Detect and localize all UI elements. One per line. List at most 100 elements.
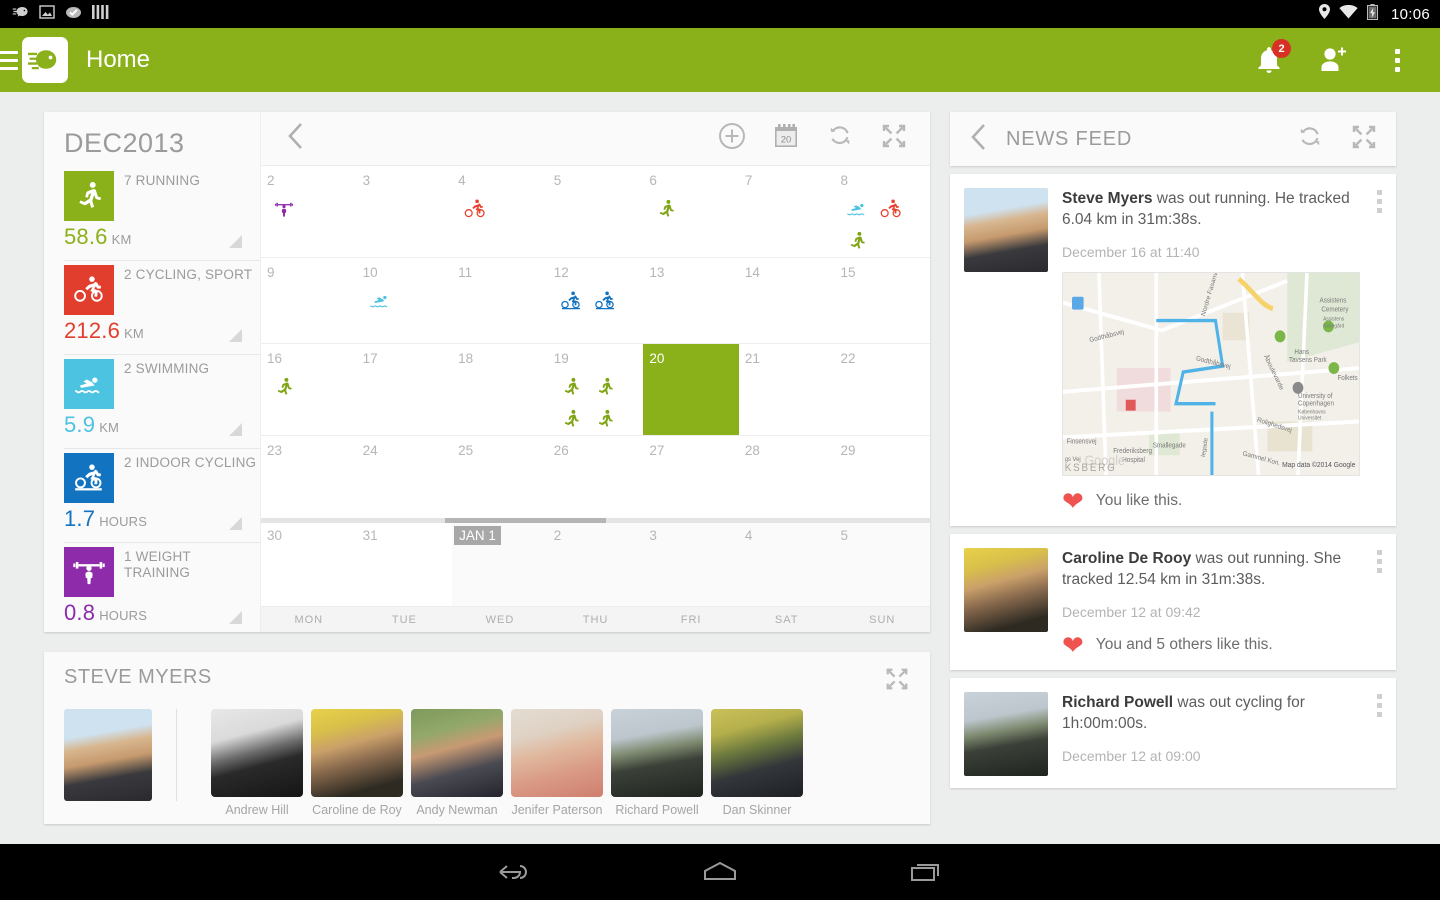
run-activity-icon[interactable] [267,371,301,403]
calendar-day-24[interactable]: 24 [357,436,453,521]
calendar-day-4[interactable]: 4 [452,166,548,257]
calendar-day-26[interactable]: 26 [548,436,644,521]
avatar[interactable] [411,709,503,797]
bike-red-activity-icon[interactable] [458,193,492,225]
weights-activity-icon[interactable] [267,193,301,225]
calendar-day-21[interactable]: 21 [739,344,835,435]
news-feed-item-likes[interactable]: ❤ You and 5 others like this. [1062,632,1360,658]
friend-item[interactable]: Richard Powell [609,709,705,817]
hamburger-menu-icon[interactable] [0,50,18,70]
calendar-day-22[interactable]: 22 [834,344,930,435]
calendar-day-14[interactable]: 14 [739,258,835,343]
calendar-today-icon[interactable]: 20 [772,122,800,155]
resize-corner-icon[interactable] [229,517,242,530]
expand-icon[interactable] [880,122,908,155]
friend-item[interactable]: Dan Skinner [709,709,805,817]
resize-corner-icon[interactable] [229,423,242,436]
add-friend-icon[interactable] [1316,40,1350,80]
calendar-day-20[interactable]: 20 [643,343,739,435]
calendar-day-30[interactable]: 30 [261,521,357,606]
news-feed-item[interactable]: Richard Powell was out cycling for 1h:00… [950,678,1396,788]
stat-swimming[interactable]: 2 SWIMMING 5.9 KM [64,359,260,446]
add-circle-icon[interactable] [718,122,746,155]
friend-item[interactable]: Caroline de Roy [309,709,405,817]
home-icon[interactable] [690,852,750,892]
bike-blue-activity-icon[interactable] [554,285,588,317]
chevron-left-icon[interactable] [275,117,315,160]
news-feed-item-author[interactable]: Richard Powell [1062,694,1173,711]
calendar-day-5[interactable]: 5 [548,166,644,257]
run-activity-icon[interactable] [588,403,622,435]
avatar[interactable] [964,692,1048,776]
stat-indoor-cycling[interactable]: 2 INDOOR CYCLING 1.7 HOURS [64,453,260,540]
stat-running[interactable]: 7 RUNNING 58.6 KM [64,171,260,258]
calendar-day-11[interactable]: 11 [452,258,548,343]
run-activity-icon[interactable] [649,193,683,225]
swim-activity-icon[interactable] [363,285,397,317]
expand-icon[interactable] [884,666,910,697]
calendar-day-10[interactable]: 10 [357,258,453,343]
calendar-day-2[interactable]: 2 [261,166,357,257]
calendar-horizontal-scrollbar[interactable] [261,518,930,524]
run-activity-icon[interactable] [588,371,622,403]
endomondo-logo-icon[interactable] [22,37,68,83]
stat-weight-training[interactable]: 1 WEIGHT TRAINING 0.8 HOURS [64,547,260,634]
activity-route-map[interactable]: Assistens Cemetery Assistens Kirkegård Hans T… [1062,272,1360,476]
refresh-icon[interactable] [826,122,854,155]
avatar[interactable] [964,548,1048,632]
run-activity-icon[interactable] [840,225,874,257]
avatar[interactable] [964,188,1048,272]
overflow-menu-icon[interactable] [1380,40,1414,80]
refresh-icon[interactable] [1296,123,1324,156]
avatar-me[interactable] [64,709,152,801]
chevron-left-icon[interactable] [960,118,996,161]
back-icon[interactable] [484,852,544,892]
news-feed-item[interactable]: Steve Myers was out running. He tracked … [950,174,1396,526]
run-activity-icon[interactable] [554,403,588,435]
calendar-day-3[interactable]: 3 [643,521,739,607]
calendar-day-2[interactable]: 2 [547,521,644,607]
calendar-day-3[interactable]: 3 [357,166,453,257]
news-feed-item-likes[interactable]: ❤ You like this. [1062,488,1360,514]
bike-red-activity-icon[interactable] [874,193,908,225]
run-activity-icon[interactable] [554,371,588,403]
calendar-day-jan-1[interactable]: JAN 1 [452,521,548,607]
calendar-day-15[interactable]: 15 [834,258,930,343]
calendar-day-12[interactable]: 12 [548,258,644,343]
resize-corner-icon[interactable] [229,235,242,248]
calendar-day-5[interactable]: 5 [834,521,931,607]
calendar-day-9[interactable]: 9 [261,258,357,343]
news-feed-item[interactable]: Caroline De Rooy was out running. She tr… [950,534,1396,670]
calendar-day-31[interactable]: 31 [357,521,453,606]
avatar[interactable] [211,709,303,797]
bell-icon[interactable]: 2 [1252,39,1291,80]
calendar-day-4[interactable]: 4 [738,521,835,607]
friend-item[interactable]: Andrew Hill [209,709,305,817]
calendar-day-16[interactable]: 16 [261,344,357,435]
overflow-menu-icon[interactable] [1377,550,1382,573]
friend-item[interactable]: Jenifer Paterson [509,709,605,817]
expand-icon[interactable] [1350,123,1378,156]
calendar-day-18[interactable]: 18 [452,344,548,435]
swim-activity-icon[interactable] [840,193,874,225]
calendar-day-27[interactable]: 27 [643,436,739,521]
avatar[interactable] [511,709,603,797]
resize-corner-icon[interactable] [229,611,242,624]
avatar[interactable] [711,709,803,797]
calendar-grid[interactable]: 2 3 4 5 6 7 8 9 10 11 12 13 14 15 16 17 18 19 20 21 22 23 24 25… [261,166,931,607]
calendar-day-6[interactable]: 6 [643,166,739,257]
bike-blue-activity-icon[interactable] [588,285,622,317]
heart-icon[interactable]: ❤ [1062,488,1084,514]
calendar-day-23[interactable]: 23 [261,436,357,521]
calendar-day-29[interactable]: 29 [834,436,930,521]
calendar-day-13[interactable]: 13 [643,258,739,343]
calendar-day-17[interactable]: 17 [357,344,453,435]
stat-cycling-sport[interactable]: 2 CYCLING, SPORT 212.6 KM [64,265,260,352]
friend-item[interactable]: Andy Newman [409,709,505,817]
calendar-day-7[interactable]: 7 [739,166,835,257]
resize-corner-icon[interactable] [229,329,242,342]
calendar-day-8[interactable]: 8 [834,166,930,257]
recents-icon[interactable] [896,852,956,892]
calendar-day-25[interactable]: 25 [452,436,548,521]
calendar-day-19[interactable]: 19 [548,344,644,435]
